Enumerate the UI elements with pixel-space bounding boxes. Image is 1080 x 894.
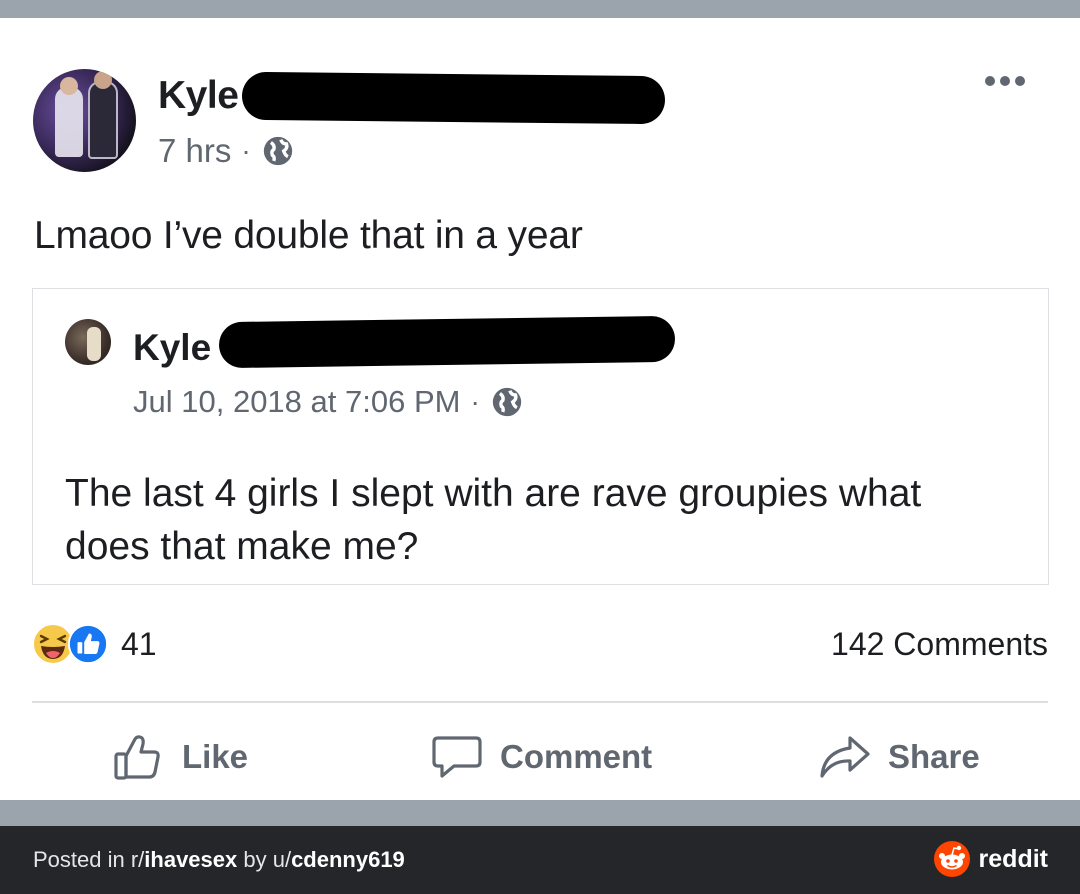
share-label: Share xyxy=(888,738,980,775)
reaction-count: 41 xyxy=(121,625,157,662)
reddit-alien-icon xyxy=(933,841,970,877)
share-button[interactable]: Share xyxy=(818,730,980,784)
posted-in-prefix: Posted in r/ xyxy=(33,847,145,872)
meta-separator: · xyxy=(470,386,480,417)
shared-author-name[interactable]: Kyle xyxy=(133,327,211,369)
like-icon xyxy=(67,623,109,665)
globe-icon xyxy=(492,387,521,417)
like-label: Like xyxy=(182,738,249,775)
like-button[interactable]: Like xyxy=(112,730,248,784)
thumbs-up-icon xyxy=(114,735,160,780)
more-options-icon[interactable] xyxy=(985,76,1025,86)
facebook-post-card: Kyle 7 hrs · Lmaoo I’ve double that in a… xyxy=(0,18,1080,800)
author-avatar[interactable] xyxy=(33,69,136,172)
comment-label: Comment xyxy=(500,738,653,775)
username-link[interactable]: cdenny619 xyxy=(291,847,405,872)
post-timestamp[interactable]: 7 hrs xyxy=(158,132,231,170)
redaction-bar xyxy=(241,71,666,125)
posted-in-text: Posted in r/ihavesex by u/cdenny619 xyxy=(33,847,405,873)
subreddit-link[interactable]: ihavesex xyxy=(144,847,237,872)
shared-post[interactable]: Kyle Jul 10, 2018 at 7:06 PM · The last … xyxy=(32,288,1049,585)
shared-post-text: The last 4 girls I slept with are rave g… xyxy=(65,472,922,568)
share-arrow-icon xyxy=(820,736,870,778)
divider xyxy=(32,701,1048,703)
redaction-bar xyxy=(218,315,676,369)
reddit-wordmark: reddit xyxy=(978,844,1048,873)
post-text: Lmaoo I’ve double that in a year xyxy=(34,214,583,257)
shared-post-timestamp[interactable]: Jul 10, 2018 at 7:06 PM xyxy=(133,384,460,420)
comment-bubble-icon xyxy=(432,736,482,778)
comment-button[interactable]: Comment xyxy=(430,730,652,784)
shared-author-avatar[interactable] xyxy=(65,319,111,365)
reactions-summary[interactable]: 41 xyxy=(31,622,157,666)
reddit-footer-bar: Posted in r/ihavesex by u/cdenny619 redd… xyxy=(0,826,1080,894)
shared-post-meta: Jul 10, 2018 at 7:06 PM · xyxy=(133,384,524,420)
author-name[interactable]: Kyle xyxy=(158,74,239,118)
comments-count[interactable]: 142 Comments xyxy=(831,626,1048,663)
reddit-logo[interactable]: reddit xyxy=(933,840,1048,878)
globe-icon xyxy=(263,136,292,166)
by-prefix: by u/ xyxy=(237,847,292,872)
post-meta: 7 hrs · xyxy=(158,132,295,170)
meta-separator: · xyxy=(241,135,251,166)
